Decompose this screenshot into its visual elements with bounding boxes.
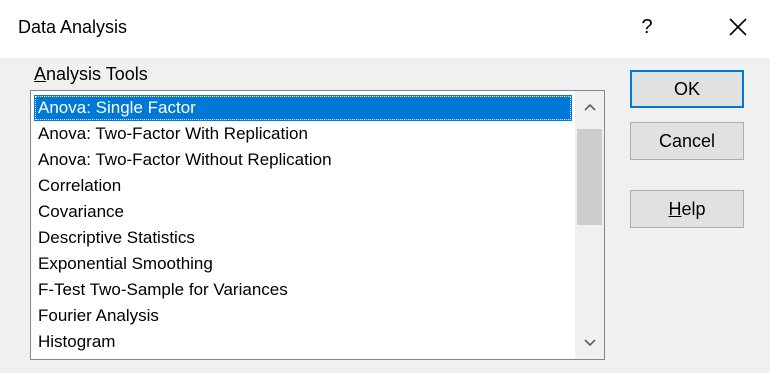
data-analysis-dialog: Data Analysis ? Analysis Tools Anova: Si… [0, 0, 770, 373]
cancel-button[interactable]: Cancel [630, 122, 744, 160]
list-item[interactable]: Exponential Smoothing [34, 251, 572, 277]
list-item-selected[interactable]: Anova: Single Factor [34, 95, 572, 121]
close-button[interactable] [718, 10, 758, 44]
list-item[interactable]: Descriptive Statistics [34, 225, 572, 251]
help-button-mnemonic: H [668, 198, 682, 219]
help-button-label: elp [681, 198, 706, 219]
list-item[interactable]: Fourier Analysis [34, 303, 572, 329]
list-item[interactable]: Histogram [34, 329, 572, 355]
analysis-tools-list: Anova: Single Factor Anova: Two-Factor Wi… [34, 95, 572, 355]
listbox-scrollbar[interactable] [575, 91, 604, 359]
list-item[interactable]: F-Test Two-Sample for Variances [34, 277, 572, 303]
scroll-down-button[interactable] [575, 327, 604, 359]
scroll-up-button[interactable] [575, 91, 604, 123]
scrollbar-thumb[interactable] [577, 129, 602, 225]
chevron-down-icon [583, 339, 596, 347]
close-icon [729, 18, 747, 36]
dialog-title: Data Analysis [18, 17, 128, 37]
list-item[interactable]: Anova: Two-Factor With Replication [34, 121, 572, 147]
analysis-tools-listbox[interactable]: Anova: Single Factor Anova: Two-Factor Wi… [30, 90, 605, 360]
analysis-tools-label-text: nalysis Tools [46, 64, 148, 84]
analysis-tools-label: Analysis Tools [34, 62, 148, 86]
help-question-button[interactable]: ? [632, 12, 662, 42]
title-bar: Data Analysis ? [0, 0, 770, 58]
help-button[interactable]: Help [630, 190, 744, 228]
list-item[interactable]: Covariance [34, 199, 572, 225]
list-item[interactable]: Correlation [34, 173, 572, 199]
ok-button[interactable]: OK [630, 70, 744, 108]
chevron-up-icon [583, 103, 596, 111]
list-item[interactable]: Anova: Two-Factor Without Replication [34, 147, 572, 173]
analysis-tools-label-mnemonic: A [34, 64, 47, 84]
